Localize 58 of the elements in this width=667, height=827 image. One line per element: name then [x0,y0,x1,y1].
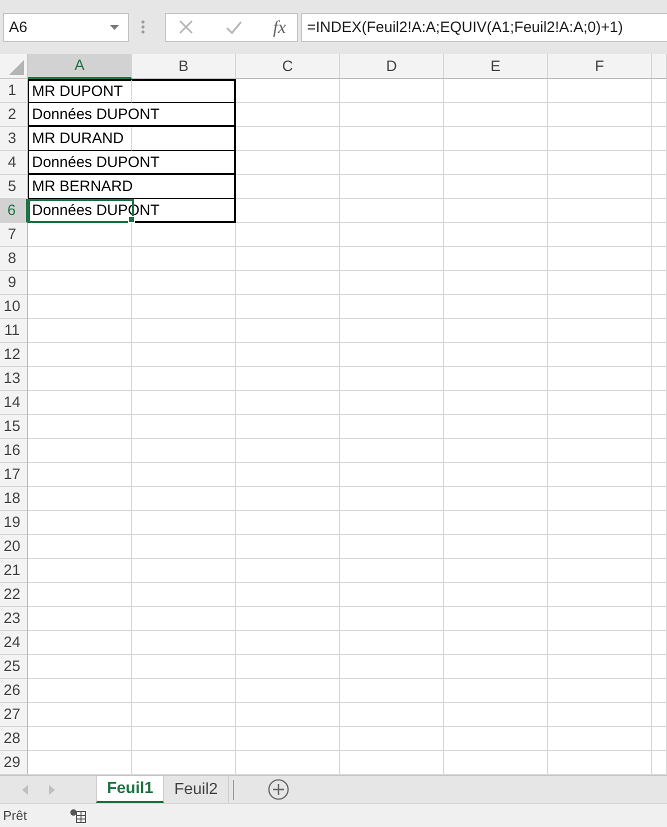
dot-grid-icon[interactable] [70,808,86,822]
row-header[interactable]: 18 [0,487,28,511]
row-header[interactable]: 21 [0,559,28,583]
select-all-button[interactable] [0,54,28,79]
insert-function-button[interactable]: fx [273,16,286,38]
status-text: Prêt [3,808,27,823]
row-header[interactable]: 27 [0,703,28,727]
spreadsheet-cell[interactable]: Données DUPONT [28,103,236,127]
spreadsheet-cell[interactable] [132,127,236,151]
spreadsheet-cell[interactable]: MR DUPONT [28,79,132,103]
row-header[interactable]: 7 [0,223,28,247]
row-header[interactable]: 28 [0,727,28,751]
row-header[interactable]: 15 [0,415,28,439]
name-box[interactable]: A6 [3,12,129,42]
row-header[interactable]: 6 [0,199,28,223]
spreadsheet-cell[interactable]: Données DUPONT [28,151,236,175]
column-header[interactable]: C [236,54,340,79]
row-header[interactable]: 11 [0,319,28,343]
column-header[interactable]: F [548,54,652,79]
spreadsheet-cell[interactable]: MR BERNARD [28,175,236,199]
scroll-left-icon[interactable] [22,784,28,794]
row-header[interactable]: 12 [0,343,28,367]
row-header[interactable]: 9 [0,271,28,295]
row-header[interactable]: 8 [0,247,28,271]
column-header[interactable]: A [28,54,132,79]
column-header[interactable]: D [340,54,444,79]
row-header[interactable]: 26 [0,679,28,703]
column-header[interactable]: E [444,54,548,79]
row-header[interactable]: 3 [0,127,28,151]
row-header[interactable]: 1 [0,79,28,103]
check-icon[interactable] [226,20,242,34]
formula-input[interactable]: =INDEX(Feuil2!A:A;EQUIV(A1;Feuil2!A:A;0)+1) [301,12,667,42]
row-header[interactable]: 22 [0,583,28,607]
triangle-icon [9,60,24,75]
row-header[interactable]: 23 [0,607,28,631]
row-header[interactable]: 13 [0,367,28,391]
sheet-tab[interactable]: Feuil1 [96,776,164,803]
row-header[interactable]: 2 [0,103,28,127]
row-header[interactable]: 19 [0,511,28,535]
add-sheet-icon[interactable] [268,779,289,800]
caret-icon[interactable] [110,24,119,30]
row-header[interactable]: 14 [0,391,28,415]
row-header[interactable]: 17 [0,463,28,487]
row-header[interactable]: 16 [0,439,28,463]
column-header[interactable]: B [132,54,236,79]
cancel-icon[interactable] [179,20,193,34]
row-header[interactable]: 4 [0,151,28,175]
scroll-right-icon[interactable] [49,784,55,794]
row-header[interactable]: 5 [0,175,28,199]
row-header[interactable]: 25 [0,655,28,679]
row-header[interactable]: 10 [0,295,28,319]
spreadsheet-cell[interactable]: MR DURAND [28,127,132,151]
grip-dots-icon[interactable] [141,20,145,34]
row-header[interactable]: 20 [0,535,28,559]
row-header[interactable]: 29 [0,751,28,775]
row-header[interactable]: 24 [0,631,28,655]
column-header[interactable] [652,54,667,79]
spreadsheet-cell[interactable] [132,79,236,103]
